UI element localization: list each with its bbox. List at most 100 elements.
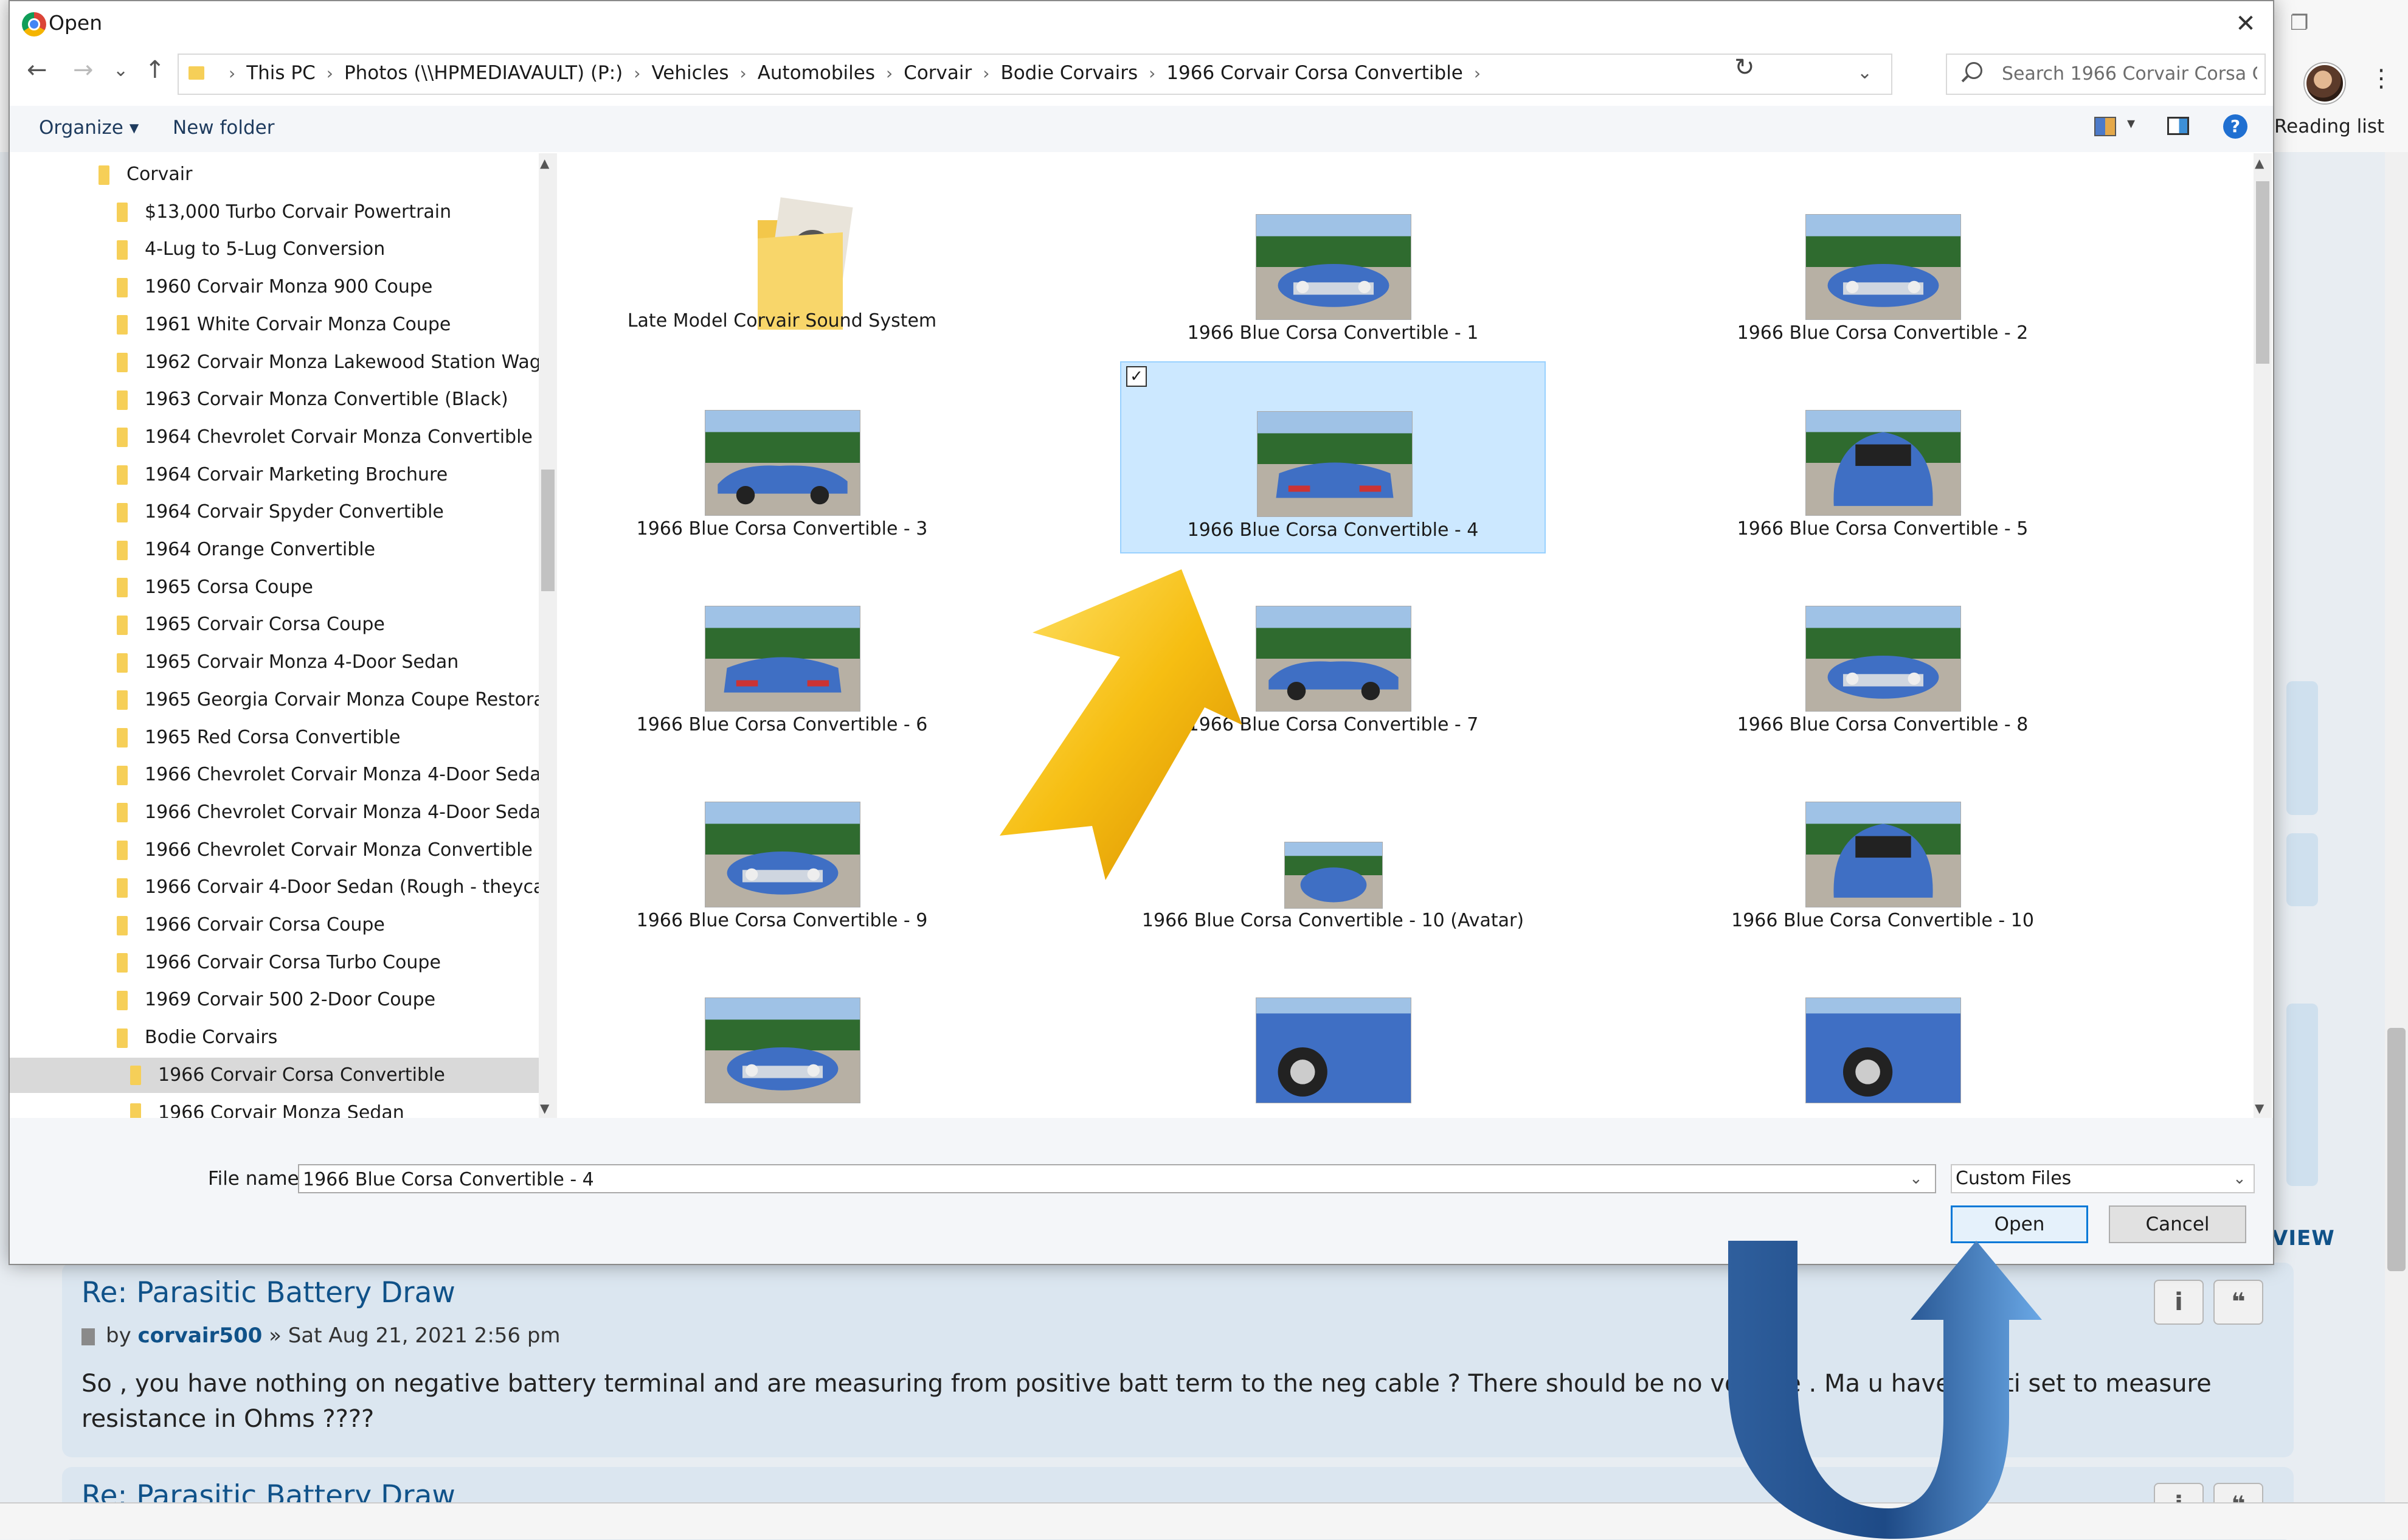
tree-folder-item[interactable]: $13,000 Turbo Corvair Powertrain — [10, 195, 539, 230]
breadcrumb-item[interactable]: 1966 Corvair Corsa Convertible — [1166, 62, 1463, 84]
file-tile[interactable]: 1966 Blue Corsa Convertible - 5 — [1670, 361, 2095, 553]
file-tile[interactable]: 1966 Blue Corsa Convertible - 6 — [569, 557, 995, 749]
tree-folder-item[interactable]: Corvair — [10, 157, 539, 192]
reading-list-link[interactable]: Reading list — [2274, 116, 2384, 137]
tree-folder-item[interactable]: 1969 Corvair 500 2-Door Coupe — [10, 982, 539, 1018]
scroll-up-icon[interactable]: ▲ — [2255, 156, 2264, 170]
folder-icon — [117, 803, 128, 823]
tree-folder-item[interactable]: 1963 Corvair Monza Convertible (Black) — [10, 382, 539, 417]
tree-folder-item[interactable]: 1966 Corvair Corsa Coupe — [10, 907, 539, 943]
file-tile[interactable]: ✓ 1966 Blue Corsa Convertible - 4 — [1120, 361, 1546, 553]
tree-folder-item[interactable]: 1966 Corvair 4-Door Sedan (Rough - theyc… — [10, 870, 539, 905]
file-tile[interactable]: 1966 Blue Corsa Convertible - 2 — [1670, 165, 2095, 358]
up-button[interactable]: ↑ — [145, 56, 165, 84]
recent-locations-dropdown[interactable]: ⌄ — [113, 60, 128, 81]
tree-folder-item[interactable]: 1965 Georgia Corvair Monza Coupe Restora… — [10, 682, 539, 718]
new-folder-button[interactable]: New folder — [173, 117, 274, 139]
tree-folder-label: 1966 Chevrolet Corvair Monza 4-Door Seda… — [145, 764, 539, 786]
post-author[interactable]: corvair500 — [138, 1323, 263, 1348]
file-name-dropdown-icon[interactable]: ⌄ — [1909, 1164, 1923, 1193]
file-name-label: 1966 Blue Corsa Convertible - 10 — [1731, 910, 2034, 931]
post-title[interactable]: Re: Parasitic Battery Draw — [81, 1276, 455, 1309]
file-tile[interactable]: 1966 Blue Corsa Convertible - 8 — [1670, 557, 2095, 749]
file-type-select[interactable]: Custom Files — [1951, 1164, 2255, 1193]
tree-folder-label: 1966 Corvair Corsa Convertible — [158, 1064, 445, 1086]
tree-folder-item[interactable]: 1966 Corvair Corsa Convertible — [10, 1057, 539, 1093]
file-list-scrollbar-thumb[interactable] — [2256, 181, 2269, 364]
view-options-dropdown[interactable]: ▾ — [2127, 114, 2135, 133]
tree-folder-label: 1966 Corvair Corsa Coupe — [145, 914, 385, 935]
folder-icon — [117, 1028, 128, 1048]
cancel-button[interactable]: Cancel — [2109, 1205, 2246, 1243]
tree-folder-item[interactable]: 1966 Corvair Monza Sedan — [10, 1095, 539, 1118]
file-tile[interactable]: 1966 Blue Corsa Convertible - 10 — [1670, 753, 2095, 945]
tree-folder-item[interactable]: 1964 Orange Convertible — [10, 532, 539, 567]
back-button[interactable]: ← — [27, 56, 47, 84]
post-icon — [81, 1328, 95, 1345]
tree-folder-item[interactable]: 1964 Chevrolet Corvair Monza Convertible — [10, 420, 539, 455]
refresh-button[interactable]: ↻ — [1734, 54, 1755, 82]
file-type-dropdown-icon[interactable]: ⌄ — [2233, 1164, 2246, 1193]
preview-pane-icon[interactable] — [2167, 117, 2189, 135]
address-bar[interactable]: › This PC › Photos (\\HPMEDIAVAULT) (P:) ›… — [178, 54, 1892, 95]
file-tile[interactable]: 1966 Blue Corsa Convertible - 3 — [569, 361, 995, 553]
tree-folder-item[interactable]: 1966 Chevrolet Corvair Monza 4-Door Seda… — [10, 795, 539, 830]
folder-icon — [117, 540, 128, 560]
view-link[interactable]: VIEW — [2272, 1226, 2335, 1250]
file-tile[interactable]: 1966 Blue Corsa Convertible - 1 — [1120, 165, 1546, 358]
scroll-up-icon[interactable]: ▲ — [540, 156, 549, 170]
breadcrumb-item[interactable]: Photos (\\HPMEDIAVAULT) (P:) — [344, 62, 623, 84]
tree-folder-item[interactable]: 1966 Corvair Corsa Turbo Coupe — [10, 945, 539, 980]
breadcrumb-item[interactable]: Corvair — [904, 62, 972, 84]
profile-avatar[interactable] — [2305, 63, 2345, 103]
folder-icon — [117, 765, 128, 785]
info-button[interactable]: i — [2154, 1280, 2204, 1325]
tree-folder-item[interactable]: 1965 Corvair Monza 4-Door Sedan — [10, 645, 539, 680]
address-dropdown-icon[interactable]: ⌄ — [1857, 62, 1872, 83]
file-name-input[interactable]: 1966 Blue Corsa Convertible - 4 — [298, 1164, 1936, 1193]
window-restore-icon[interactable]: ❐ — [2290, 11, 2308, 35]
file-tile[interactable] — [569, 949, 995, 1118]
tree-folder-item[interactable]: 1961 White Corvair Monza Coupe — [10, 307, 539, 342]
tree-folder-item[interactable]: 1965 Corvair Corsa Coupe — [10, 607, 539, 642]
search-input[interactable]: Search 1966 Corvair Corsa C... — [1946, 54, 2266, 95]
browser-menu-icon[interactable]: ⋮ — [2369, 64, 2393, 92]
nav-pane-scrollbar[interactable]: ▲ ▼ — [539, 153, 557, 1118]
tree-folder-label: 1966 Corvair 4-Door Sedan (Rough - theyc… — [145, 876, 539, 898]
nav-pane-scrollbar-thumb[interactable] — [541, 470, 555, 591]
tree-folder-item[interactable]: 1966 Chevrolet Corvair Monza Convertible — [10, 833, 539, 868]
breadcrumb-item[interactable]: Vehicles — [651, 62, 728, 84]
tree-folder-item[interactable]: 4-Lug to 5-Lug Conversion — [10, 232, 539, 267]
tree-folder-label: 1964 Orange Convertible — [145, 539, 376, 560]
file-tile[interactable]: Late Model Corvair Sound System — [569, 165, 995, 358]
file-tile[interactable] — [1670, 949, 2095, 1118]
page-scrollbar-thumb[interactable] — [2387, 1028, 2406, 1271]
tree-folder-item[interactable]: 1964 Corvair Spyder Convertible — [10, 494, 539, 530]
tree-folder-label: 1964 Corvair Spyder Convertible — [145, 501, 444, 523]
breadcrumb-item[interactable]: This PC — [246, 62, 316, 84]
tree-folder-item[interactable]: 1964 Corvair Marketing Brochure — [10, 457, 539, 493]
tree-folder-item[interactable]: 1966 Chevrolet Corvair Monza 4-Door Seda… — [10, 757, 539, 793]
tree-folder-item[interactable]: 1960 Corvair Monza 900 Coupe — [10, 269, 539, 305]
close-button[interactable]: ✕ — [2227, 5, 2264, 43]
file-tile[interactable] — [1120, 949, 1546, 1118]
breadcrumb-item[interactable]: Bodie Corvairs — [1000, 62, 1138, 84]
selection-checkbox[interactable]: ✓ — [1126, 366, 1147, 387]
organize-button[interactable]: Organize ▾ — [39, 117, 139, 139]
help-icon[interactable]: ? — [2223, 114, 2247, 139]
dialog-titlebar: Open ✕ — [10, 1, 2273, 47]
file-tile[interactable]: 1966 Blue Corsa Convertible - 9 — [569, 753, 995, 945]
tree-folder-item[interactable]: 1962 Corvair Monza Lakewood Station Wago… — [10, 345, 539, 380]
tree-folder-item[interactable]: 1965 Red Corsa Convertible — [10, 720, 539, 755]
file-name-label: 1966 Blue Corsa Convertible - 4 — [1187, 519, 1479, 541]
tree-folder-item[interactable]: 1965 Corsa Coupe — [10, 570, 539, 605]
change-view-icon[interactable] — [2094, 117, 2116, 136]
scroll-down-icon[interactable]: ▼ — [540, 1101, 549, 1115]
scroll-down-icon[interactable]: ▼ — [2255, 1101, 2264, 1115]
page-scrollbar[interactable] — [2385, 152, 2408, 1508]
forward-button[interactable]: → — [73, 56, 94, 84]
folder-icon — [117, 465, 128, 485]
breadcrumb-item[interactable]: Automobiles — [758, 62, 875, 84]
quote-button[interactable]: ❝ — [2213, 1280, 2263, 1325]
tree-folder-item[interactable]: Bodie Corvairs — [10, 1020, 539, 1055]
